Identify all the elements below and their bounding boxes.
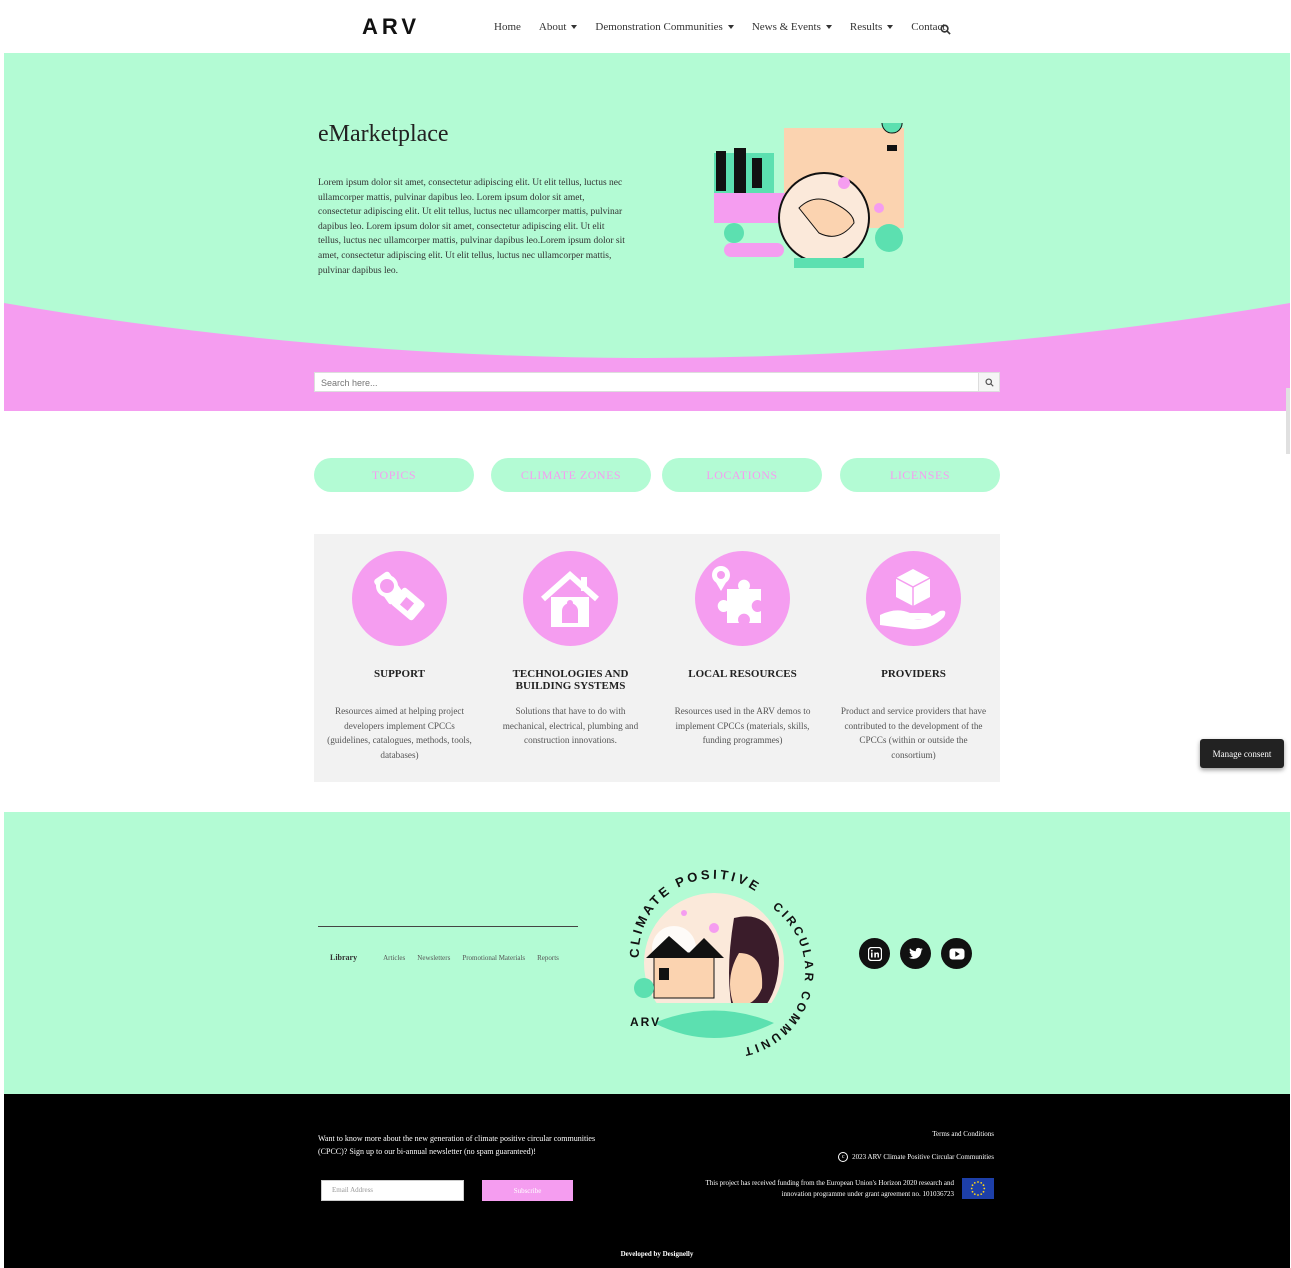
hero-description: Lorem ipsum dolor sit amet, consectetur … xyxy=(318,178,625,276)
category-title: PROVIDERS xyxy=(881,668,946,680)
nav-results[interactable]: Results xyxy=(849,21,894,33)
page-title: eMarketplace xyxy=(318,121,449,147)
puzzle-icon xyxy=(695,551,790,646)
nav-news-label: News & Events xyxy=(751,21,821,33)
tab-locations[interactable]: LOCATIONS xyxy=(662,458,822,492)
nav-home[interactable]: Home xyxy=(494,21,521,33)
copyright: c 2023 ARV Climate Positive Circular Com… xyxy=(838,1152,994,1162)
hero-wave-background xyxy=(4,53,1290,358)
library-links: Library Articles Newsletters Promotional… xyxy=(330,953,559,962)
category-technologies[interactable]: TECHNOLOGIES AND BUILDING SYSTEMS Soluti… xyxy=(485,534,656,782)
link-articles[interactable]: Articles xyxy=(383,954,405,962)
scrollbar[interactable] xyxy=(1286,388,1290,454)
search-input[interactable] xyxy=(315,374,967,392)
social-links xyxy=(859,938,972,969)
footer-library-section: Library Articles Newsletters Promotional… xyxy=(4,812,1290,1094)
nav-results-label: Results xyxy=(849,21,883,33)
copyright-icon: c xyxy=(838,1152,849,1162)
divider xyxy=(318,926,578,927)
tab-topics[interactable]: TOPICS xyxy=(314,458,474,492)
email-field[interactable]: Email Address xyxy=(321,1180,464,1201)
nav-about[interactable]: About xyxy=(539,21,578,33)
category-grid: SUPPORT Resources aimed at helping proje… xyxy=(314,534,1000,782)
library-label[interactable]: Library xyxy=(330,953,357,962)
caret-down-icon xyxy=(727,25,734,29)
developed-by[interactable]: Developed by Designelly xyxy=(4,1250,1291,1258)
twitter-icon[interactable] xyxy=(900,938,931,969)
copyright-text: 2023 ARV Climate Positive Circular Commu… xyxy=(852,1153,994,1161)
nav-demonstration-communities[interactable]: Demonstration Communities xyxy=(595,21,734,33)
link-reports[interactable]: Reports xyxy=(537,954,559,962)
link-promotional-materials[interactable]: Promotional Materials xyxy=(462,954,525,962)
eu-flag-icon xyxy=(962,1178,994,1199)
search-icon[interactable] xyxy=(940,22,951,40)
site-header: ARV Home About Demonstration Communities… xyxy=(4,4,1290,53)
category-title: LOCAL RESOURCES xyxy=(688,668,797,680)
category-support[interactable]: SUPPORT Resources aimed at helping proje… xyxy=(314,534,485,782)
caret-down-icon xyxy=(571,25,578,29)
hero-section: eMarketplace Lorem ipsum dolor sit amet,… xyxy=(4,53,1290,411)
manage-consent-button[interactable]: Manage consent xyxy=(1200,739,1284,768)
marketplace-search xyxy=(314,372,1000,392)
caret-down-icon xyxy=(825,25,832,29)
terms-link[interactable]: Terms and Conditions xyxy=(932,1130,994,1138)
subscribe-button[interactable]: Subscribe xyxy=(482,1180,573,1201)
caret-down-icon xyxy=(887,25,894,29)
link-newsletters[interactable]: Newsletters xyxy=(417,954,450,962)
category-providers[interactable]: PROVIDERS Product and service providers … xyxy=(828,534,999,782)
search-icon xyxy=(984,377,994,387)
nav-demo-label: Demonstration Communities xyxy=(595,21,723,33)
hero-illustration xyxy=(714,123,904,268)
main-nav: Home About Demonstration Communities New… xyxy=(494,21,945,33)
category-description: Solutions that have to do with mechanica… xyxy=(502,706,639,746)
youtube-icon[interactable] xyxy=(941,938,972,969)
site-logo[interactable]: ARV xyxy=(362,14,420,40)
category-title: TECHNOLOGIES AND BUILDING SYSTEMS xyxy=(512,668,629,692)
tab-climate-zones[interactable]: CLIMATE ZONES xyxy=(491,458,651,492)
nav-news-events[interactable]: News & Events xyxy=(752,21,832,33)
category-description: Resources aimed at helping project devel… xyxy=(327,706,472,760)
page: ARV Home About Demonstration Communities… xyxy=(4,4,1290,1268)
category-local-resources[interactable]: LOCAL RESOURCES Resources used in the AR… xyxy=(657,534,828,782)
linkedin-icon[interactable] xyxy=(859,938,890,969)
category-description: Resources used in the ARV demos to imple… xyxy=(674,706,811,746)
search-button[interactable] xyxy=(978,373,999,391)
site-footer: Want to know more about the new generati… xyxy=(4,1094,1290,1268)
newsletter-text: Want to know more about the new generati… xyxy=(318,1134,596,1156)
filter-tabs: TOPICS CLIMATE ZONES LOCATIONS LICENSES xyxy=(314,458,1000,492)
wrench-icon xyxy=(352,551,447,646)
badge-arv-logo: ARV xyxy=(630,1015,661,1029)
house-icon xyxy=(523,551,618,646)
nav-about-label: About xyxy=(538,21,567,33)
cpcc-badge-logo: CLIMATE POSITIVE CIRCULAR COMMUNITIES AR… xyxy=(614,858,813,1058)
hand-box-icon xyxy=(866,551,961,646)
category-title: SUPPORT xyxy=(374,668,425,680)
category-description: Product and service providers that have … xyxy=(840,706,987,760)
tab-licenses[interactable]: LICENSES xyxy=(840,458,1000,492)
funding-notice: This project has received funding from t… xyxy=(705,1179,954,1198)
nav-home-label: Home xyxy=(494,21,521,33)
